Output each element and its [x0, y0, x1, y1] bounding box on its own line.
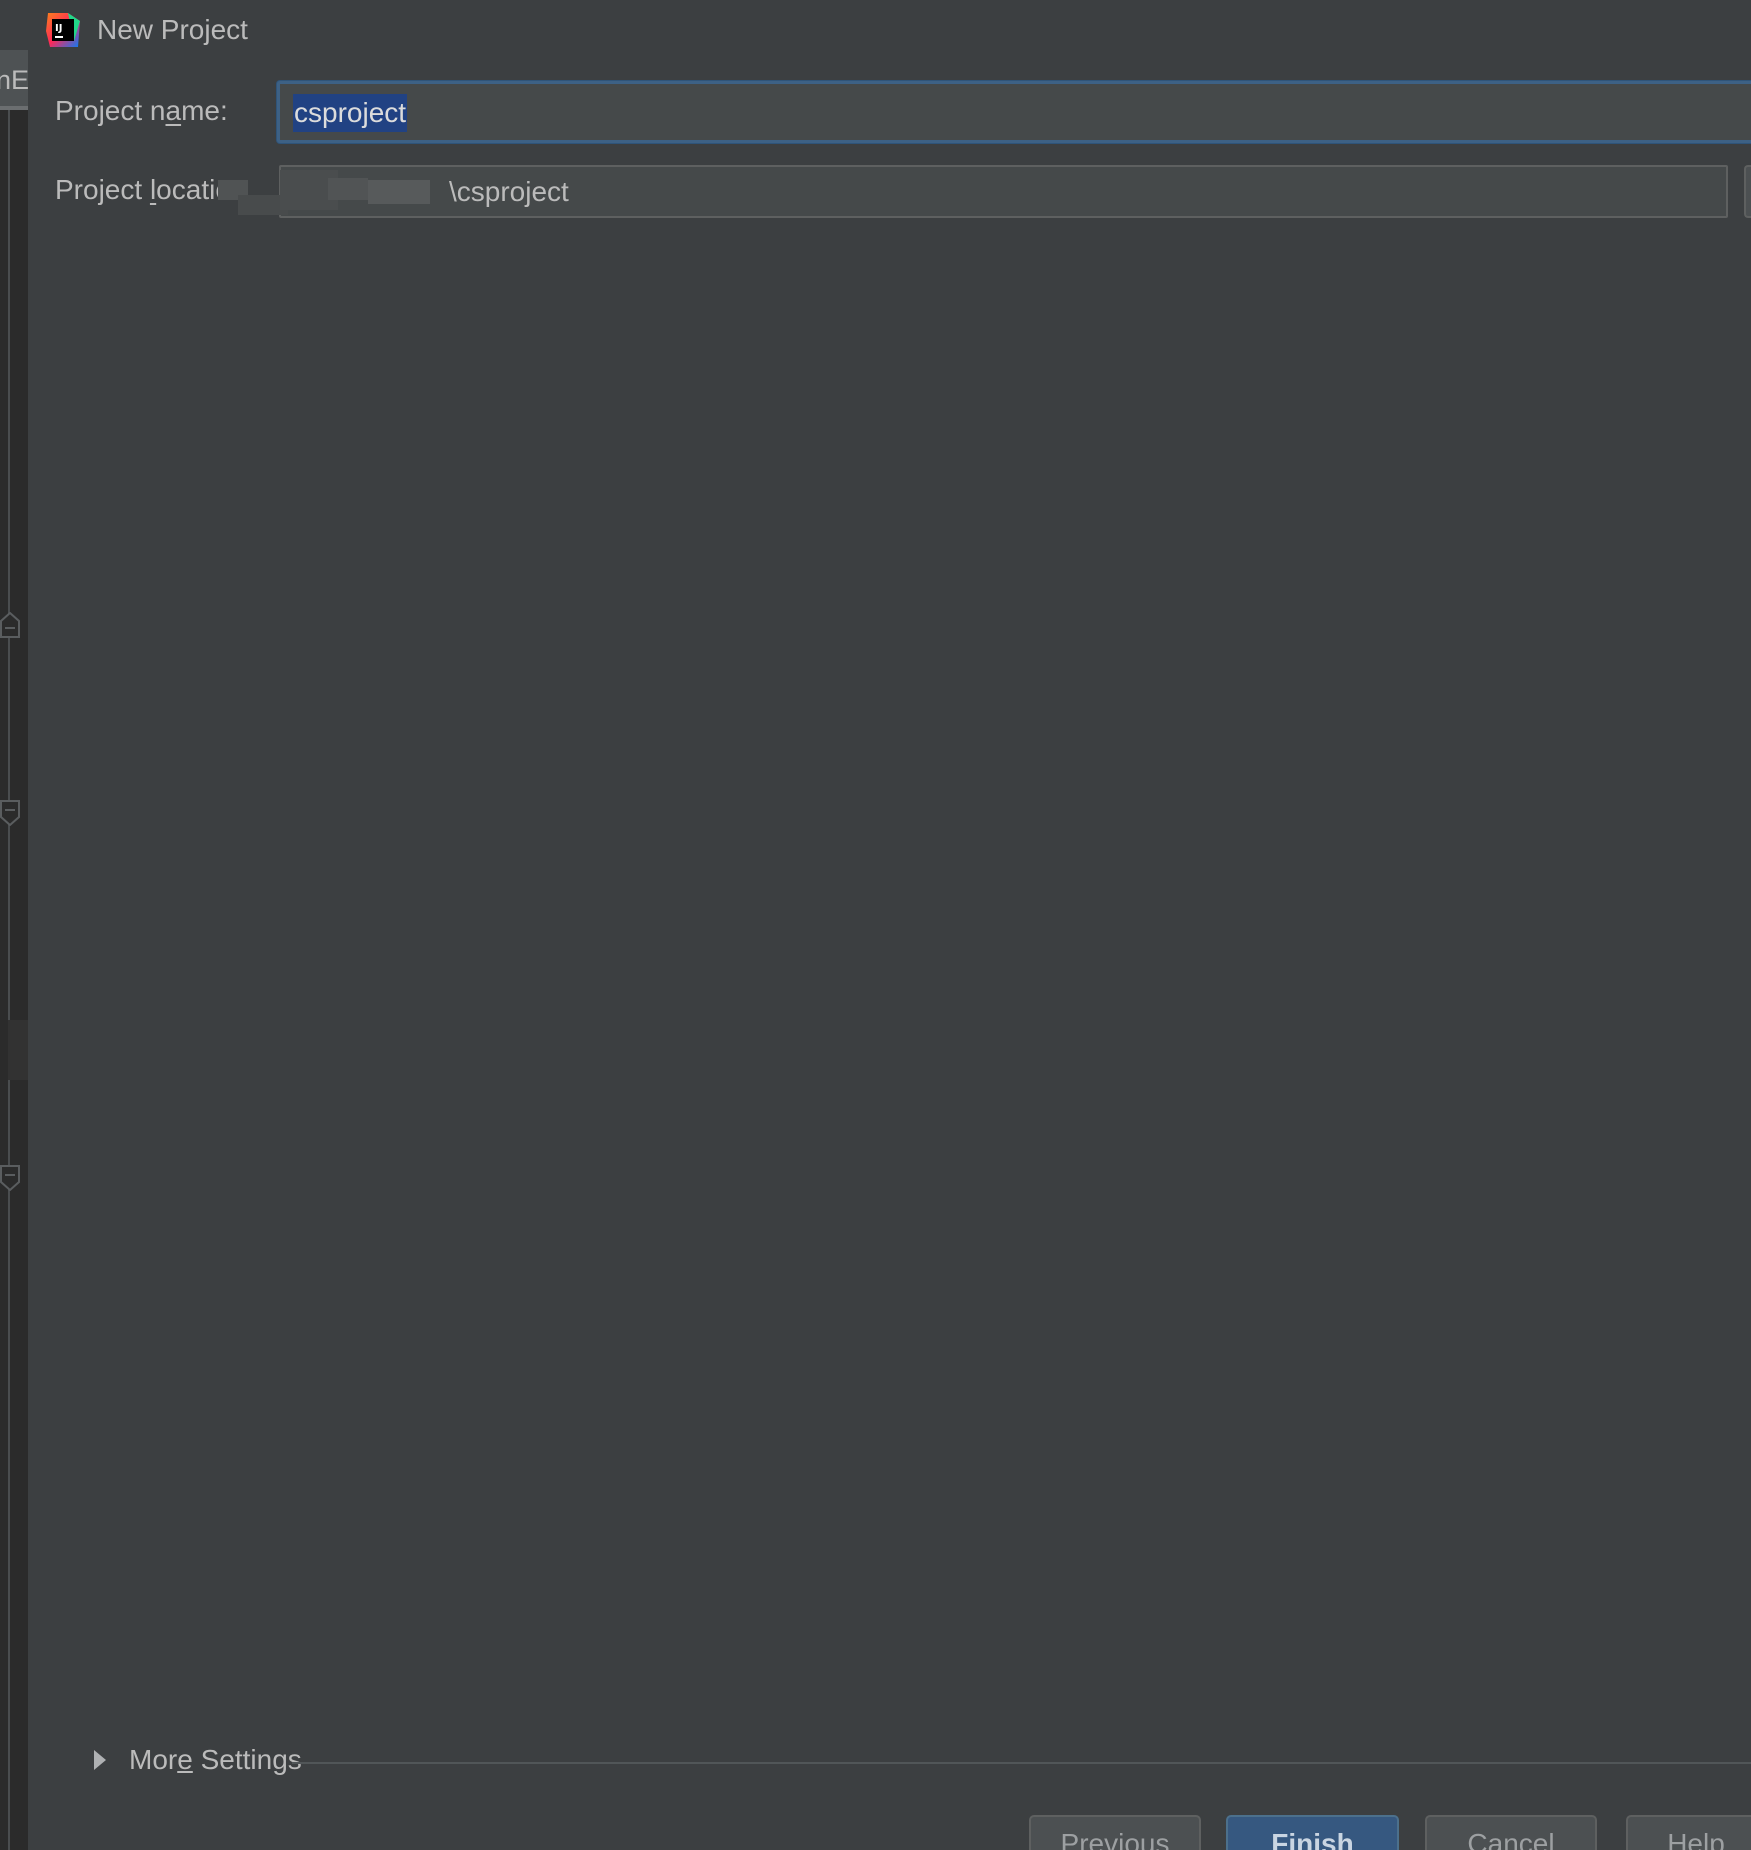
browse-folder-button[interactable]	[1744, 165, 1751, 218]
cancel-button[interactable]: Cancel	[1425, 1815, 1597, 1850]
background-ide-editor: nE	[0, 0, 28, 1850]
project-location-input[interactable]: \csproject	[279, 165, 1728, 218]
project-name-value: csproject	[293, 94, 408, 132]
new-project-dialog: IJ New Project Project name: csproject P…	[28, 0, 1751, 1850]
background-ide-highlight	[8, 1020, 28, 1080]
screen: nE	[0, 0, 1751, 1850]
project-name-label: Project name:	[55, 95, 228, 126]
project-name-input[interactable]: csproject	[277, 81, 1751, 143]
redacted-path-segment	[368, 180, 430, 204]
intellij-idea-icon: IJ	[44, 11, 82, 49]
more-settings-divider	[292, 1762, 1751, 1764]
fold-marker-icon[interactable]	[0, 800, 20, 826]
dialog-title: New Project	[97, 14, 248, 45]
fold-marker-icon[interactable]	[0, 1165, 20, 1191]
project-location-value: \csproject	[449, 176, 569, 207]
help-button[interactable]: Help	[1626, 1815, 1751, 1850]
triangle-right-icon	[94, 1750, 106, 1770]
finish-button[interactable]: Finish	[1226, 1815, 1399, 1850]
background-ide-gutter	[8, 110, 10, 1850]
previous-button[interactable]: Previous	[1029, 1815, 1201, 1850]
background-ide-tab[interactable]: nE	[0, 50, 28, 110]
background-ide-tabbar	[0, 0, 28, 50]
redacted-path-segment	[328, 178, 368, 200]
more-settings-label: More Settings	[129, 1744, 302, 1775]
fold-marker-icon[interactable]	[0, 612, 20, 638]
svg-text:IJ: IJ	[55, 23, 62, 34]
project-location-label: Project locatior	[55, 174, 241, 205]
dialog-titlebar[interactable]: IJ New Project	[28, 0, 1751, 62]
